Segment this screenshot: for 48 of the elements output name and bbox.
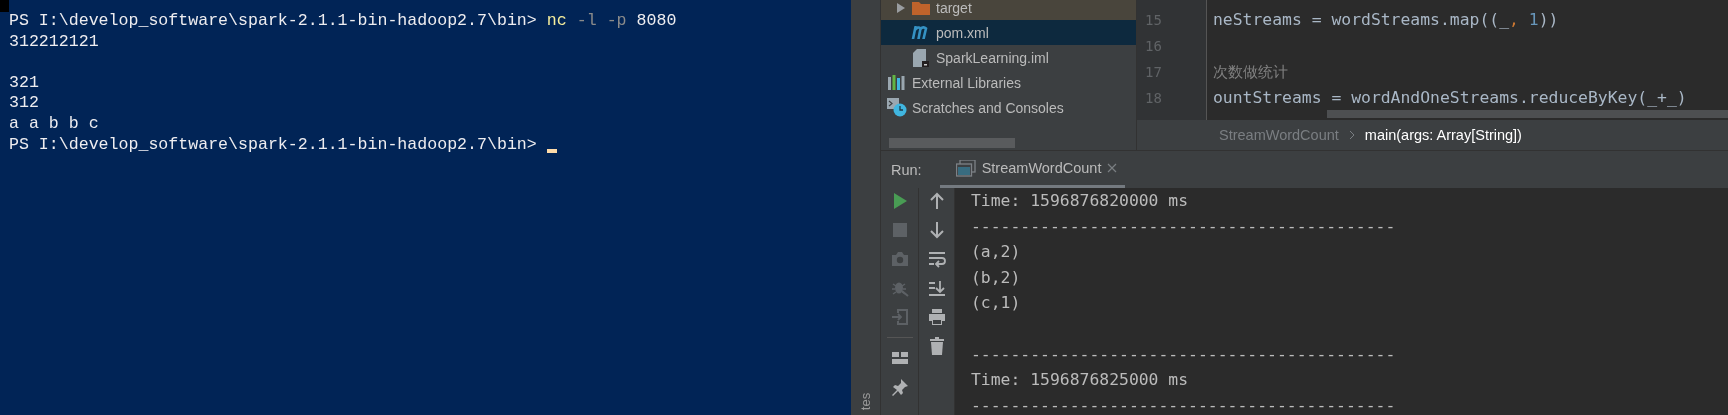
breadcrumb[interactable]: main(args: Array[String])	[1364, 127, 1522, 143]
down-arrow-icon[interactable]	[927, 221, 946, 239]
argument-text: 8080	[636, 11, 677, 32]
code-line: neStreams = wordStreams.map((_, 1))	[1213, 10, 1559, 29]
code-comment: 次数做统计	[1213, 62, 1288, 81]
scroll-to-end-icon[interactable]	[927, 279, 946, 297]
block-marker	[0, 0, 9, 12]
output-line: (c,1)	[971, 293, 1021, 313]
output-line: -------------------------------------------	[971, 216, 1396, 236]
tree-item[interactable]: SparkLearning.iml	[881, 45, 1136, 70]
pin-icon[interactable]	[890, 378, 909, 396]
favorites-tab[interactable]: tes	[858, 392, 873, 411]
terminal-output: 312	[9, 93, 39, 114]
terminal-prompt: PS I:\develop_software\spark-2.1.1-bin-hadoop2.7\bin>	[9, 134, 537, 156]
layout-icon[interactable]	[890, 349, 909, 367]
terminal-output: 321	[9, 72, 39, 94]
expand-arrow-icon[interactable]	[896, 2, 906, 13]
output-line: Time: 1596876825000 ms	[971, 370, 1189, 390]
trash-icon[interactable]	[927, 337, 946, 355]
output-line: -------------------------------------------	[971, 395, 1396, 415]
command-text: nc	[546, 11, 567, 32]
folder-icon	[912, 0, 930, 15]
soft-wrap-icon[interactable]	[927, 250, 946, 268]
terminal-output: 312212121	[9, 31, 99, 53]
library-icon	[888, 75, 906, 90]
output-line: Time: 1596876820000 ms	[971, 191, 1189, 210]
scrollbar-thumb[interactable]	[889, 138, 1015, 148]
print-icon[interactable]	[927, 308, 946, 326]
tree-item[interactable]: pom.xml	[881, 20, 1136, 45]
terminal-output: a a b b c	[9, 113, 99, 135]
option-text: -p	[606, 11, 627, 32]
terminal-prompt: PS I:\develop_software\spark-2.1.1-bin-hadoop2.7\bin>	[9, 11, 537, 32]
code-line: ountStreams = wordAndOneStreams.reduceByKey(_+_)	[1213, 88, 1687, 107]
tree-item[interactable]: External Libraries	[881, 70, 1136, 95]
scrollbar-thumb[interactable]	[1327, 110, 1728, 118]
run-tab[interactable]: StreamWordCount	[939, 151, 1126, 188]
panel-title: Run:	[891, 161, 922, 178]
chevron-icon	[1348, 131, 1355, 139]
tree-item[interactable]: Scratches and Consoles	[881, 95, 1136, 120]
close-icon[interactable]	[1107, 163, 1118, 173]
output-line: (a,2)	[971, 242, 1021, 262]
output-line: -------------------------------------------	[971, 344, 1396, 364]
option-text: -l	[576, 11, 597, 32]
tree-item[interactable]: target	[881, 0, 1136, 20]
file-icon	[913, 48, 929, 67]
output-line: (b,2)	[971, 267, 1021, 287]
console-window-icon	[955, 159, 976, 177]
scratch-clock-icon	[887, 98, 907, 117]
